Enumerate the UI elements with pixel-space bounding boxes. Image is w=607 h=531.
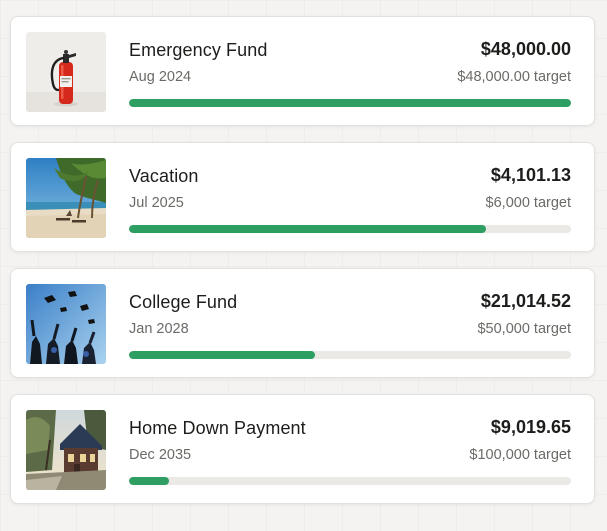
goal-date: Dec 2035 [129,447,192,463]
goal-progress-bar [129,225,571,233]
goal-card-vacation[interactable]: Vacation Jul 2025 $4,101.13 $6,000 targe… [10,142,595,252]
goal-progress-bar [129,351,571,359]
goal-progress-fill [129,99,571,107]
goal-progress-bar [129,477,571,485]
goal-amount: $48,000.00 [480,39,571,59]
goal-date: Jul 2025 [129,195,184,211]
goal-target: $6,000 target [485,195,571,211]
goal-date: Jan 2028 [129,321,189,337]
goal-card-emergency-fund[interactable]: Emergency Fund Aug 2024 $48,000.00 $48,0… [10,16,595,126]
savings-goal-list: Emergency Fund Aug 2024 $48,000.00 $48,0… [10,16,595,520]
goal-target: $50,000 target [477,321,571,337]
goal-amount: $21,014.52 [480,291,571,311]
goal-name: Vacation [129,166,199,186]
house-image [26,410,106,490]
goal-amount: $9,019.65 [490,417,571,437]
goal-card-home-down-payment[interactable]: Home Down Payment Dec 2035 $9,019.65 $10… [10,394,595,504]
goal-name: College Fund [129,292,238,312]
goal-name: Emergency Fund [129,40,268,60]
palm-beach-image [26,158,106,238]
graduation-caps-image [26,284,106,364]
goal-name: Home Down Payment [129,418,306,438]
goal-amount: $4,101.13 [490,165,571,185]
goal-progress-fill [129,477,169,485]
goal-progress-bar [129,99,571,107]
goal-target: $100,000 target [469,447,571,463]
goal-progress-fill [129,225,487,233]
goal-date: Aug 2024 [129,69,192,85]
fire-extinguisher-image [26,32,106,112]
goal-progress-fill [129,351,315,359]
goal-card-college-fund[interactable]: College Fund Jan 2028 $21,014.52 $50,000… [10,268,595,378]
goal-target: $48,000.00 target [457,69,571,85]
